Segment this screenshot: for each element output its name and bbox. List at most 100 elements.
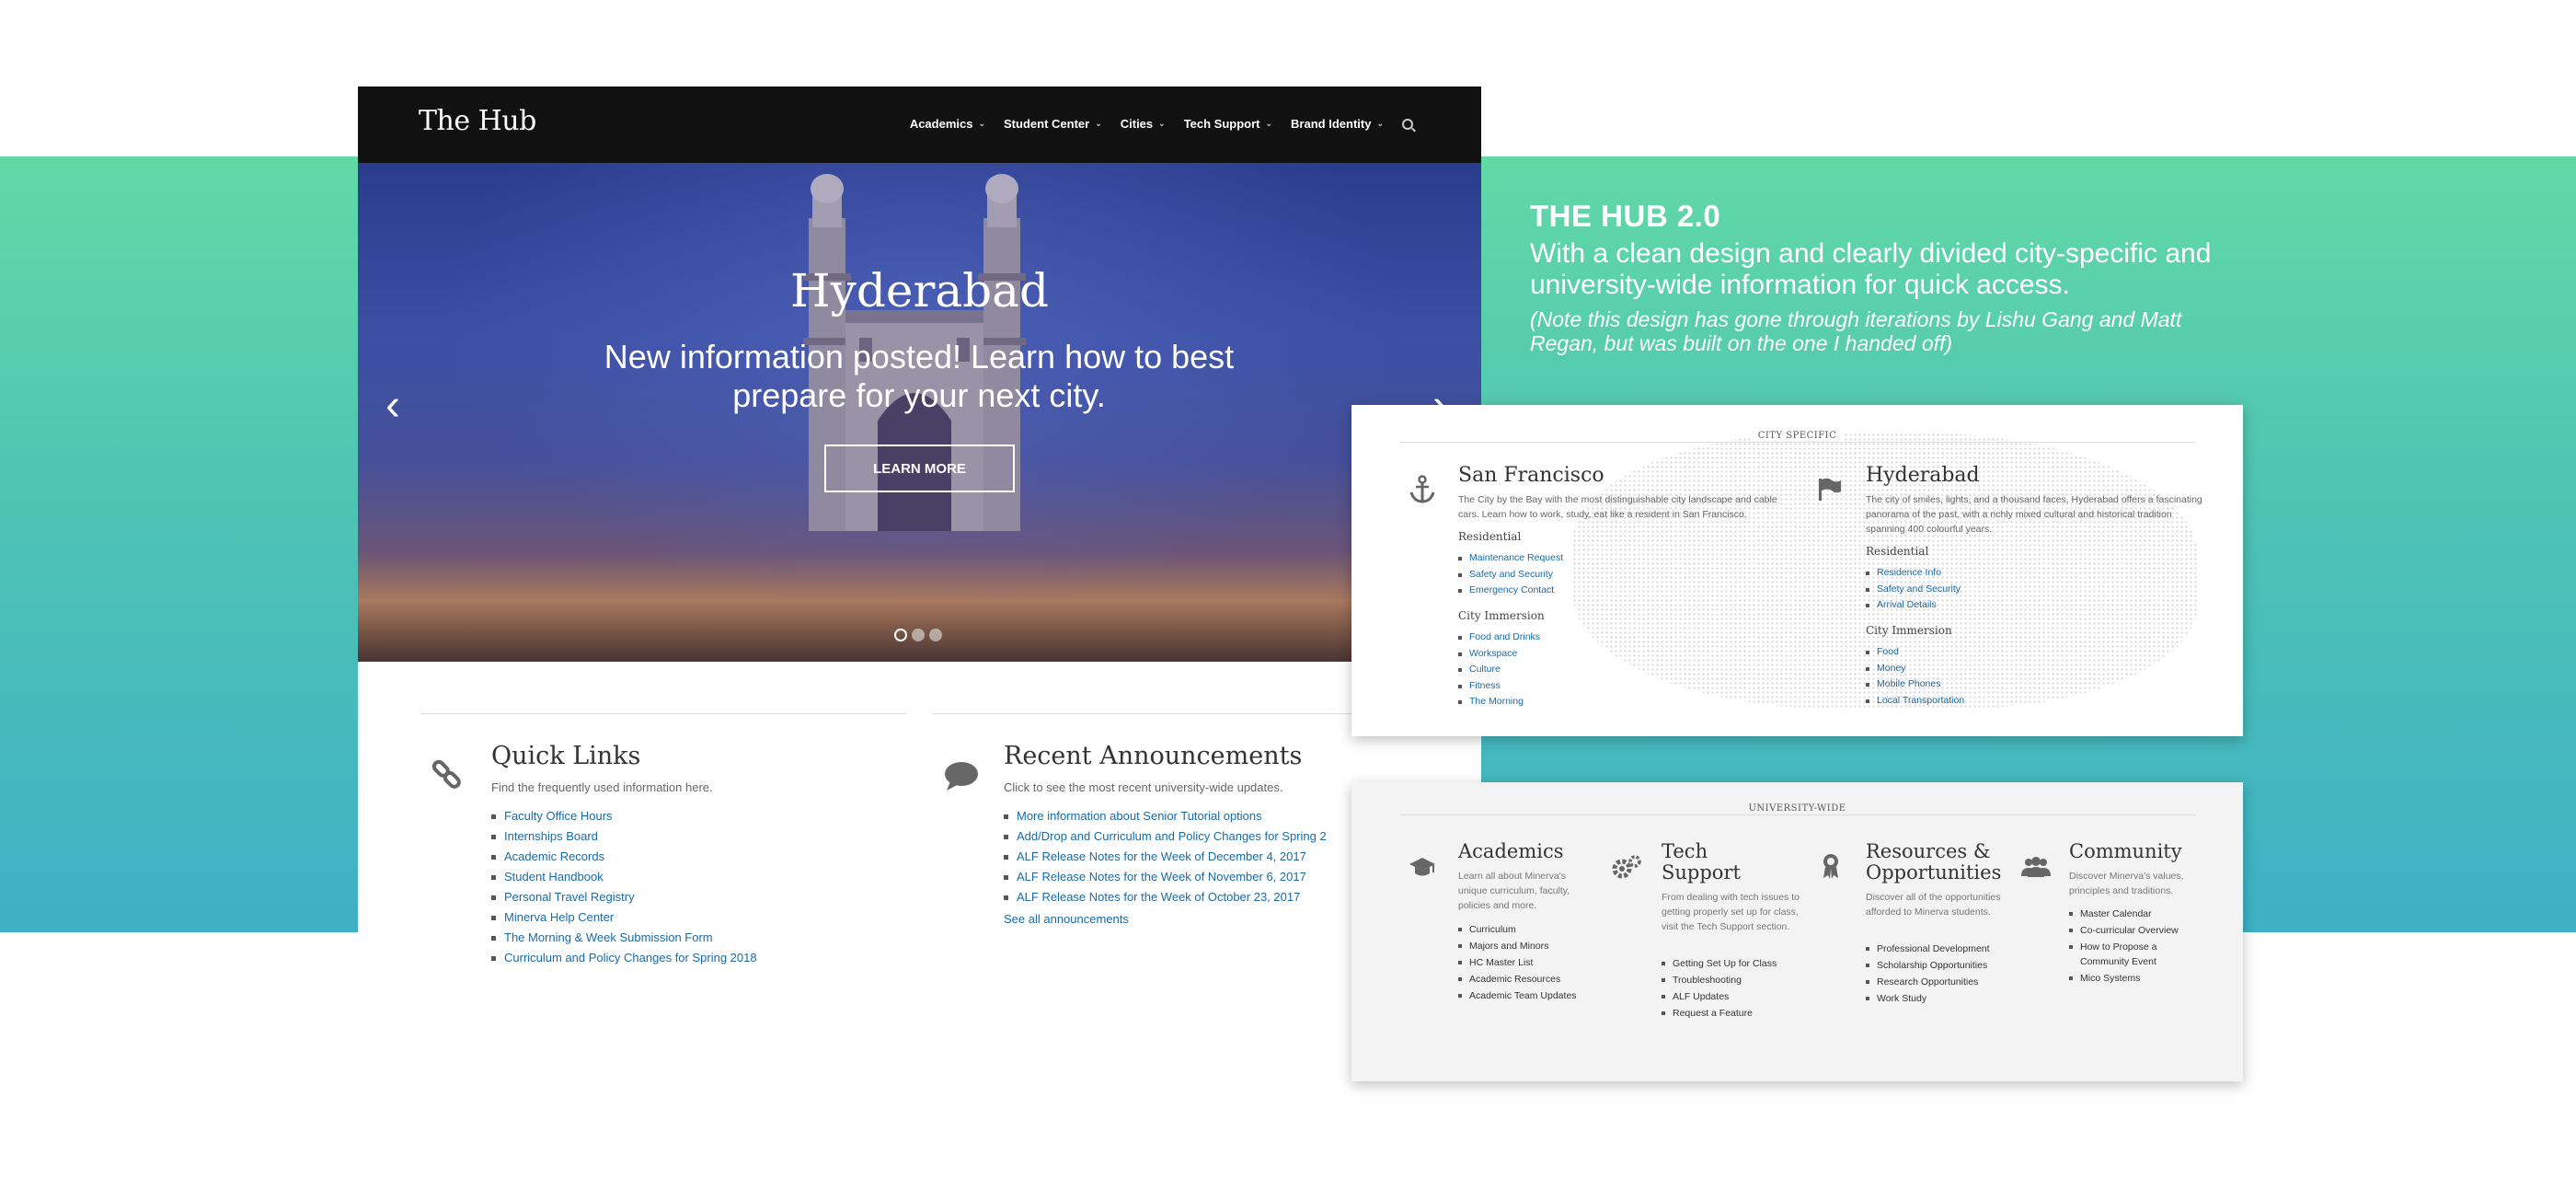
nav-label: Academics [909, 117, 973, 131]
carousel-dot-1[interactable] [894, 629, 907, 641]
quick-link-item[interactable]: Internships Board [491, 826, 757, 847]
univ-link[interactable]: Mico Systems [2069, 970, 2198, 987]
quick-link-item[interactable]: Minerva Help Center [491, 907, 757, 928]
speech-bubble-icon [945, 762, 978, 791]
city-link[interactable]: Residence Info [1866, 565, 1961, 582]
residential-label: Residential [1866, 545, 1929, 558]
nav-item-tech-support[interactable]: Tech Support ⌄ [1184, 117, 1272, 131]
street-lights-overlay [358, 551, 1481, 662]
univ-link[interactable]: Professional Development [1866, 941, 1995, 957]
quick-link-item[interactable]: Faculty Office Hours [491, 806, 757, 826]
search-icon[interactable] [1402, 118, 1413, 130]
city-specific-heading-text: CITY SPECIFIC [1750, 431, 1845, 441]
chevron-down-icon: ⌄ [1265, 119, 1273, 128]
city-link[interactable]: Emergency Contact [1458, 583, 1563, 599]
resources-list: Professional Development Scholarship Opp… [1866, 941, 1995, 1007]
univ-link[interactable]: Work Study [1866, 990, 1995, 1007]
announcements-title: Recent Announcements [1004, 742, 1303, 770]
nav-item-academics[interactable]: Academics ⌄ [910, 117, 985, 131]
univ-link[interactable]: Research Opportunities [1866, 974, 1995, 990]
nav-item-student-center[interactable]: Student Center ⌄ [1004, 117, 1102, 131]
divider [420, 713, 906, 714]
city-link[interactable]: Local Transportation [1866, 693, 1964, 710]
see-all-announcements-link[interactable]: See all announcements [1004, 912, 1129, 926]
main-nav: Academics ⌄ Student Center ⌄ Cities ⌄ Tech … [910, 117, 1413, 131]
univ-link[interactable]: Curriculum [1458, 921, 1624, 938]
city-desc: The City by the Bay with the most distin… [1458, 494, 1777, 520]
city-link[interactable]: Fitness [1458, 678, 1540, 695]
immersion-label: City Immersion [1866, 624, 1952, 637]
chevron-down-icon: ⌄ [1158, 119, 1166, 128]
resources-desc: Discover all of the opportunities afford… [1866, 892, 2001, 918]
announcements-list: More information about Senior Tutorial o… [1004, 806, 1327, 907]
city-link[interactable]: Safety and Security [1458, 567, 1563, 583]
hero-title: Hyderabad [790, 264, 1049, 318]
chevron-left-icon[interactable]: ‹ [385, 384, 400, 428]
city-link[interactable]: Mobile Phones [1866, 676, 1964, 693]
city-link[interactable]: The Morning [1458, 694, 1540, 710]
univ-link[interactable]: Scholarship Opportunities [1866, 957, 1995, 974]
chevron-down-icon: ⌄ [1376, 119, 1384, 128]
univ-link[interactable]: Getting Set Up for Class [1662, 955, 1836, 972]
univ-link[interactable]: HC Master List [1458, 954, 1624, 971]
tech-support-desc: From dealing with tech issues to getting… [1662, 892, 1800, 932]
city-link[interactable]: Money [1866, 661, 1964, 677]
carousel-dot-3[interactable] [929, 629, 942, 641]
nav-item-cities[interactable]: Cities ⌄ [1121, 117, 1166, 131]
quick-link-item[interactable]: Student Handbook [491, 867, 757, 887]
univ-link[interactable]: Master Calendar [2069, 906, 2198, 922]
announcement-item[interactable]: ALF Release Notes for the Week of Novemb… [1004, 867, 1327, 887]
city-link[interactable]: Food [1866, 644, 1964, 661]
univ-link[interactable]: Request a Feature [1662, 1005, 1836, 1022]
carousel-dot-2[interactable] [912, 629, 925, 641]
chevron-down-icon: ⌄ [978, 119, 986, 128]
quick-link-item[interactable]: Curriculum and Policy Changes for Spring… [491, 948, 757, 968]
univ-link[interactable]: ALF Updates [1662, 988, 1836, 1005]
immersion-list: Food and Drinks Workspace Culture Fitnes… [1458, 629, 1540, 710]
nav-label: Brand Identity [1291, 117, 1372, 131]
anchor-icon [1409, 475, 1435, 503]
announcement-item[interactable]: ALF Release Notes for the Week of Octobe… [1004, 887, 1327, 907]
univ-link[interactable]: How to Propose a Community Event [2069, 939, 2198, 970]
announcement-item[interactable]: Add/Drop and Curriculum and Policy Chang… [1004, 826, 1327, 847]
academics-list: Curriculum Majors and Minors HC Master L… [1458, 921, 1624, 1004]
city-link[interactable]: Food and Drinks [1458, 629, 1540, 646]
quick-link-item[interactable]: The Morning & Week Submission Form [491, 928, 757, 948]
quick-link-item[interactable]: Personal Travel Registry [491, 887, 757, 907]
city-specific-heading: CITY SPECIFIC [1351, 431, 2243, 441]
univ-link[interactable]: Troubleshooting [1662, 972, 1836, 988]
city-link[interactable]: Safety and Security [1866, 582, 1961, 598]
learn-more-button[interactable]: LEARN MORE [824, 445, 1015, 492]
tech-support-list: Getting Set Up for Class Troubleshooting… [1662, 955, 1836, 1022]
univ-link[interactable]: Majors and Minors [1458, 938, 1624, 954]
university-wide-heading: UNIVERSITY-WIDE [1351, 803, 2243, 814]
announcement-item[interactable]: More information about Senior Tutorial o… [1004, 806, 1327, 826]
city-name: San Francisco [1458, 464, 1604, 487]
immersion-list: Food Money Mobile Phones Local Transport… [1866, 644, 1964, 709]
quick-links-desc: Find the frequently used information her… [491, 780, 713, 794]
flag-icon [1819, 478, 1841, 501]
city-link[interactable]: Culture [1458, 662, 1540, 678]
announcement-item[interactable]: ALF Release Notes for the Week of Decemb… [1004, 847, 1327, 867]
quick-link-item[interactable]: Academic Records [491, 847, 757, 867]
city-link[interactable]: Workspace [1458, 646, 1540, 663]
academics-title: Academics [1458, 840, 1564, 862]
hub-homepage-mockup: The Hub Academics ⌄ Student Center ⌄ Citie… [358, 87, 1481, 1007]
academics-desc: Learn all about Minerva's unique curricu… [1458, 871, 1570, 911]
univ-link[interactable]: Academic Team Updates [1458, 987, 1624, 1004]
univ-link[interactable]: Academic Resources [1458, 971, 1624, 987]
award-ribbon-icon [1823, 854, 1838, 879]
city-link[interactable]: Arrival Details [1866, 597, 1961, 614]
university-wide-heading-text: UNIVERSITY-WIDE [1741, 803, 1854, 814]
divider [1399, 442, 2195, 443]
site-logo[interactable]: The Hub [419, 105, 536, 137]
city-link[interactable]: Maintenance Request [1458, 550, 1563, 567]
nav-item-brand-identity[interactable]: Brand Identity ⌄ [1291, 117, 1384, 131]
university-wide-panel: UNIVERSITY-WIDE Academics Learn all abou… [1351, 782, 2243, 1081]
info-body: With a clean design and clearly divided … [1530, 238, 2212, 300]
city-desc: The city of smiles, lights, and a thousa… [1866, 494, 2202, 535]
univ-link[interactable]: Co-curricular Overview [2069, 922, 2198, 939]
resources-title: Resources & Opportunities [1866, 840, 2002, 884]
quick-links-list: Faculty Office Hours Internships Board A… [491, 806, 757, 968]
chevron-down-icon: ⌄ [1095, 119, 1102, 128]
